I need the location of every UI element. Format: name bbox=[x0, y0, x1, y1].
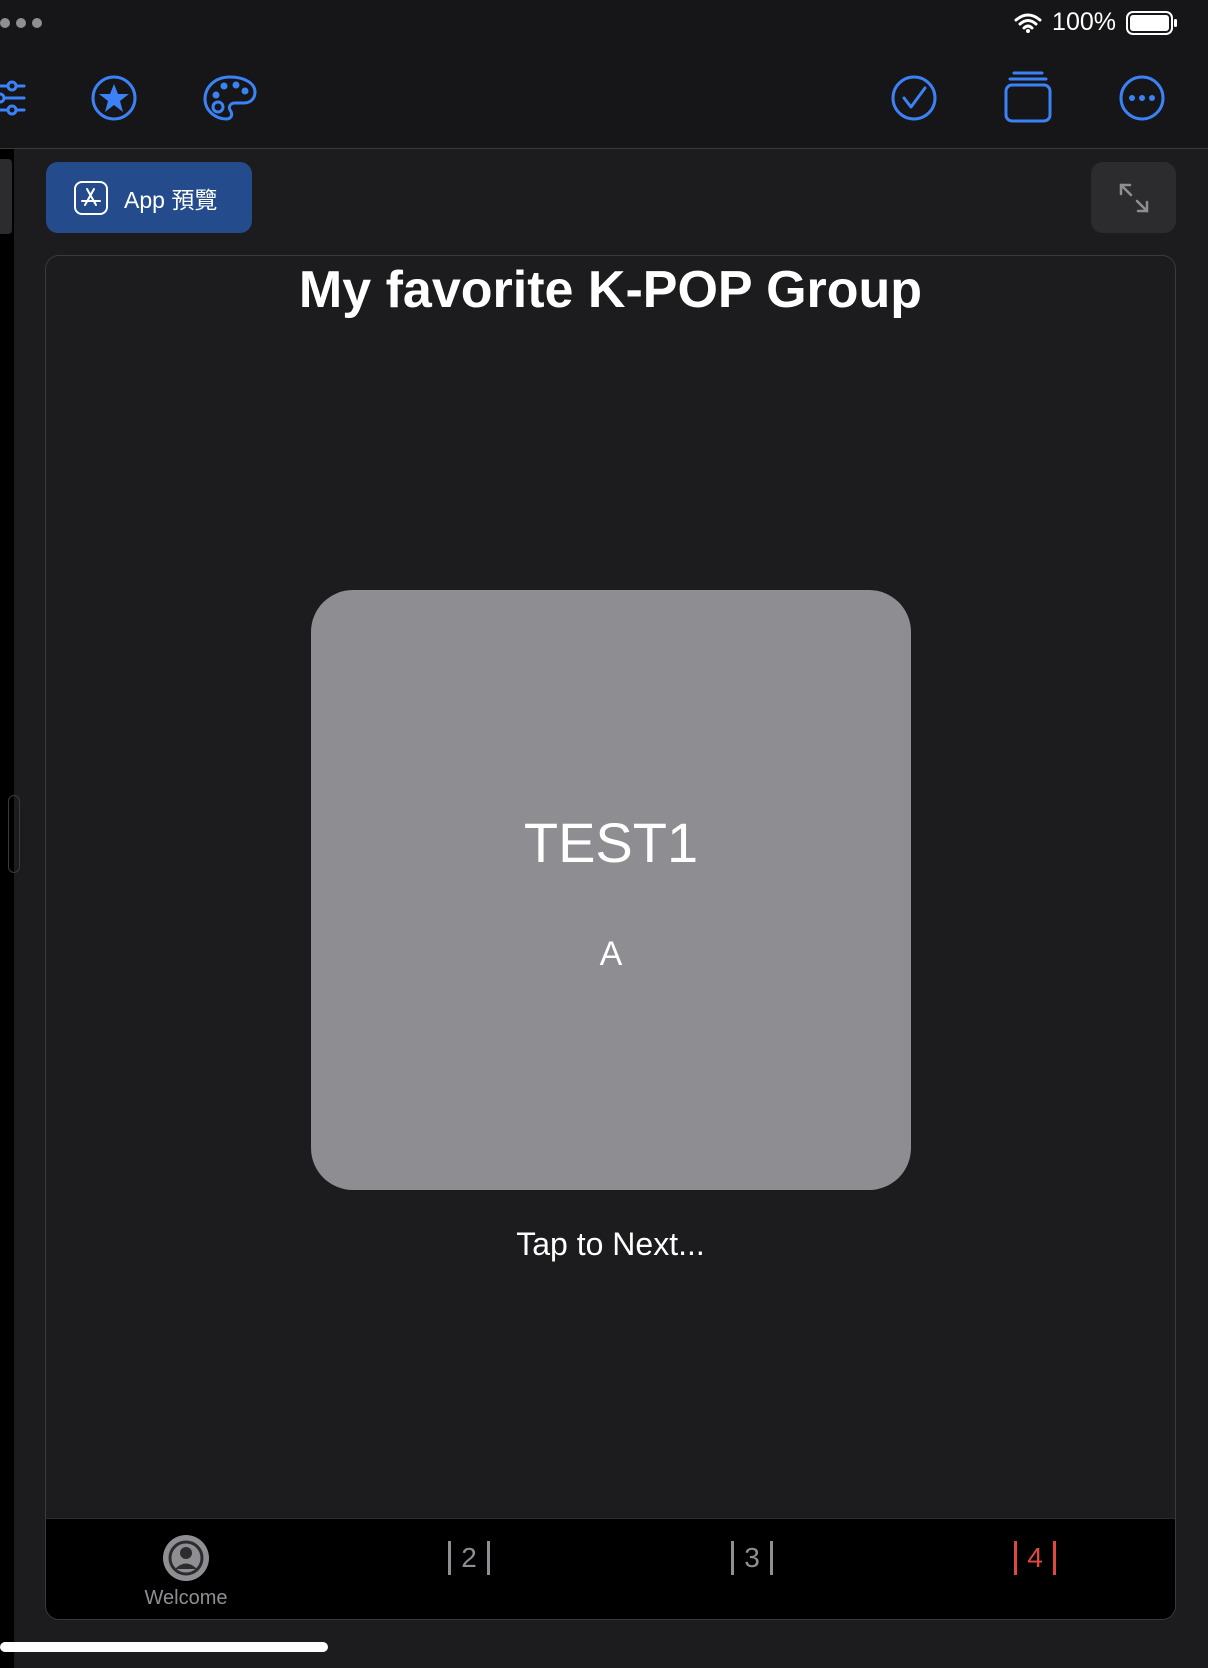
home-indicator bbox=[0, 1642, 328, 1652]
tap-hint: Tap to Next... bbox=[516, 1226, 705, 1262]
page-title: My favorite K-POP Group bbox=[298, 261, 923, 319]
tab-welcome[interactable]: Welcome bbox=[86, 1519, 286, 1619]
sidebar-edge bbox=[0, 149, 20, 1668]
battery-icon bbox=[1126, 10, 1177, 35]
tab-bar: Welcome 2 3 4 bbox=[46, 1518, 1175, 1619]
person-circle-icon bbox=[163, 1535, 209, 1581]
palette-icon[interactable] bbox=[202, 70, 258, 126]
battery-percentage: 100% bbox=[1052, 8, 1116, 36]
sliders-icon[interactable] bbox=[0, 70, 26, 126]
card-title: TEST1 bbox=[523, 811, 699, 874]
status-indicators: 100% bbox=[1014, 8, 1178, 37]
expand-button[interactable] bbox=[1091, 162, 1176, 233]
app-store-icon bbox=[74, 180, 108, 215]
tab-3[interactable]: 3 bbox=[652, 1519, 852, 1619]
tab-label: 2 bbox=[461, 1542, 477, 1573]
tab-label: 3 bbox=[744, 1542, 760, 1573]
star-icon[interactable] bbox=[86, 70, 142, 126]
app-preview-label: App 預覽 bbox=[124, 186, 218, 213]
checkmark-icon[interactable] bbox=[886, 70, 942, 126]
multitasking-dots[interactable] bbox=[0, 18, 42, 28]
toolbar bbox=[0, 48, 1208, 149]
tab-4[interactable]: 4 bbox=[935, 1519, 1135, 1619]
app-preview-button[interactable]: App 預覽 bbox=[46, 162, 252, 233]
card-subtitle: A bbox=[599, 935, 623, 973]
tab-label: 4 bbox=[1027, 1542, 1043, 1573]
sidebar-drag-handle[interactable] bbox=[8, 795, 20, 873]
expand-arrows-icon bbox=[1119, 183, 1148, 212]
tab-2[interactable]: 2 bbox=[369, 1519, 569, 1619]
more-icon[interactable] bbox=[1114, 70, 1170, 126]
wifi-icon bbox=[1014, 13, 1042, 33]
tab-label: Welcome bbox=[144, 1587, 228, 1609]
status-bar: 100% bbox=[0, 0, 1208, 48]
stack-icon[interactable] bbox=[1000, 70, 1056, 126]
flash-card[interactable]: TEST1 A bbox=[311, 590, 911, 1190]
sidebar-thumbnail[interactable] bbox=[0, 159, 12, 234]
app-preview-panel: My favorite K-POP Group TEST1 A Tap to N… bbox=[45, 255, 1176, 1620]
